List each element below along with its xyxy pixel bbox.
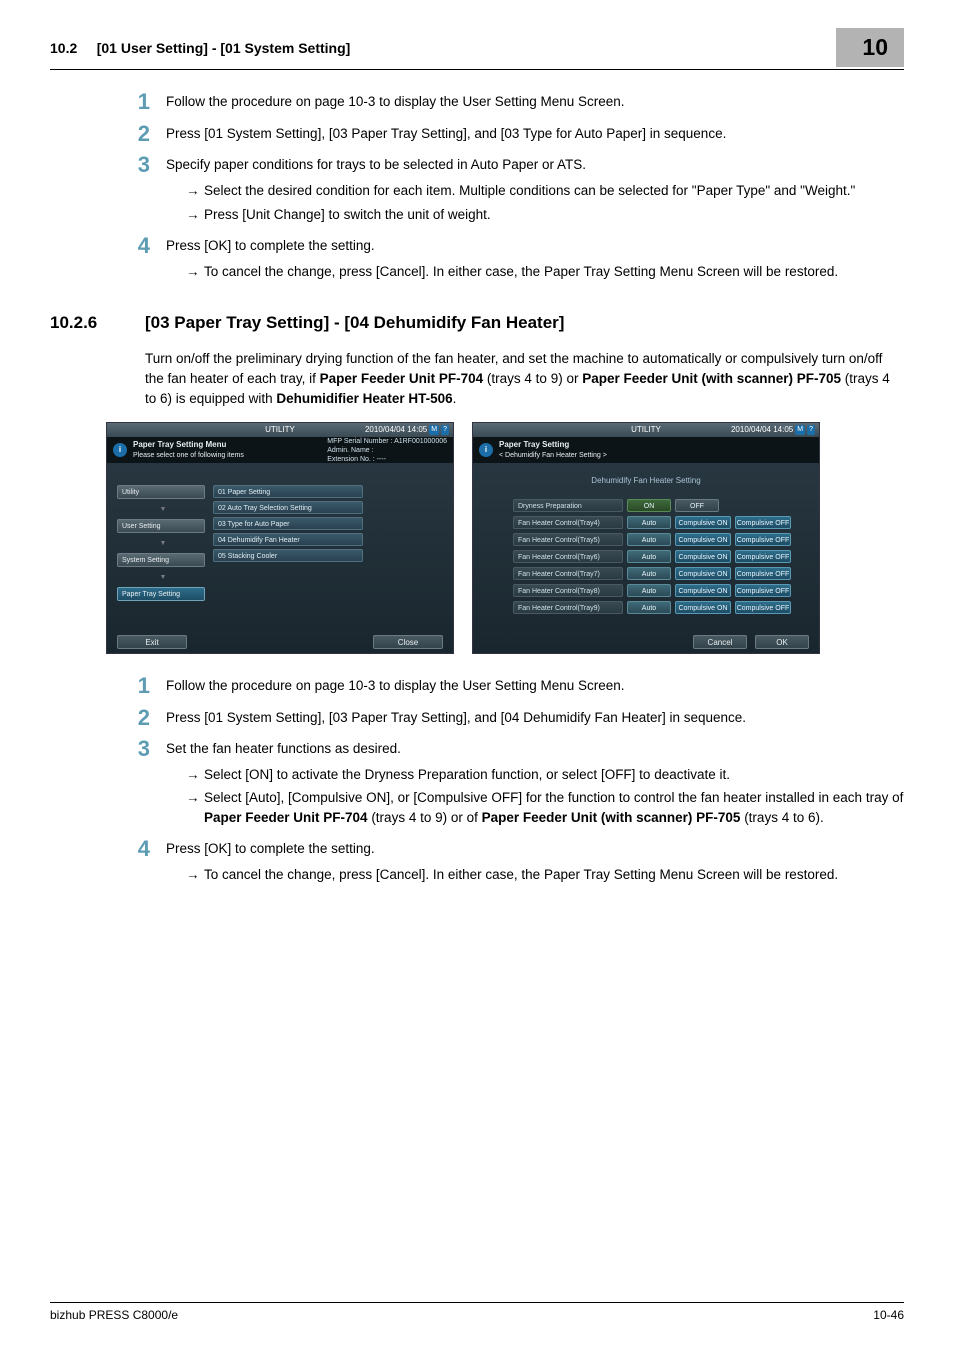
auto-button[interactable]: Auto — [627, 601, 671, 614]
close-button[interactable]: Close — [373, 635, 443, 649]
row-label: Fan Heater Control(Tray4) — [513, 516, 623, 529]
ok-button[interactable]: OK — [755, 635, 809, 649]
substep-text: Select the desired condition for each it… — [204, 181, 904, 201]
compulsive-off-button[interactable]: Compulsive OFF — [735, 533, 791, 546]
row-label: Dryness Preparation — [513, 499, 623, 512]
memory-icon: M — [795, 425, 805, 435]
procedure-b: 1 Follow the procedure on page 10-3 to d… — [110, 676, 904, 885]
footer-product: bizhub PRESS C8000/e — [50, 1307, 178, 1324]
help-icon: ? — [441, 425, 449, 435]
chevron-down-icon: ▼ — [117, 539, 205, 549]
panel-title: Dehumidify Fan Heater Setting — [591, 475, 700, 487]
step-number: 2 — [110, 702, 150, 734]
substep-text: Press [Unit Change] to switch the unit o… — [204, 205, 904, 225]
arrow-icon: → — [186, 205, 204, 225]
arrow-icon: → — [186, 865, 204, 885]
auto-button[interactable]: Auto — [627, 567, 671, 580]
step-text: Specify paper conditions for trays to be… — [166, 157, 586, 172]
row-label: Fan Heater Control(Tray8) — [513, 584, 623, 597]
step-text: Press [OK] to complete the setting. — [166, 238, 375, 253]
off-button[interactable]: OFF — [675, 499, 719, 512]
tab-utility[interactable]: Utility — [117, 485, 205, 499]
arrow-icon: → — [186, 765, 204, 785]
info-icon: i — [113, 443, 127, 457]
compulsive-on-button[interactable]: Compulsive ON — [675, 516, 731, 529]
chevron-down-icon: ▼ — [117, 573, 205, 583]
substep-text: Select [Auto], [Compulsive ON], or [Comp… — [204, 788, 904, 827]
row-label: Fan Heater Control(Tray9) — [513, 601, 623, 614]
header-section-title: [01 User Setting] - [01 System Setting] — [97, 40, 351, 56]
compulsive-on-button[interactable]: Compulsive ON — [675, 584, 731, 597]
compulsive-on-button[interactable]: Compulsive ON — [675, 550, 731, 563]
subsection-title: [03 Paper Tray Setting] - [04 Dehumidify… — [145, 311, 564, 336]
menu-item[interactable]: 02 Auto Tray Selection Setting — [213, 501, 363, 514]
arrow-icon: → — [186, 262, 204, 282]
footer-page: 10-46 — [873, 1307, 904, 1324]
memory-icon: M — [429, 425, 439, 435]
auto-button[interactable]: Auto — [627, 584, 671, 597]
procedure-a: 1 Follow the procedure on page 10-3 to d… — [110, 92, 904, 281]
chevron-down-icon: ▼ — [117, 505, 205, 515]
step-text: Press [01 System Setting], [03 Paper Tra… — [166, 126, 726, 141]
step-number: 4 — [110, 833, 150, 865]
subsection-heading: 10.2.6 [03 Paper Tray Setting] - [04 Deh… — [50, 311, 904, 336]
screenshot-fan-heater: UTILITY 2010/04/04 14:05 M ? i Paper Tra… — [472, 422, 820, 654]
step-number: 3 — [110, 733, 150, 765]
chapter-badge: 10 — [836, 28, 904, 67]
row-label: Fan Heater Control(Tray7) — [513, 567, 623, 580]
row-label: Fan Heater Control(Tray6) — [513, 550, 623, 563]
compulsive-off-button[interactable]: Compulsive OFF — [735, 601, 791, 614]
step-number: 2 — [110, 118, 150, 150]
exit-button[interactable]: Exit — [117, 635, 187, 649]
menu-item[interactable]: 04 Dehumidify Fan Heater — [213, 533, 363, 546]
screenshot-menu: UTILITY 2010/04/04 14:05 M ? i Paper Tra… — [106, 422, 454, 654]
arrow-icon: → — [186, 788, 204, 827]
step-text: Follow the procedure on page 10-3 to dis… — [166, 94, 625, 109]
tab-paper-tray-setting[interactable]: Paper Tray Setting — [117, 587, 205, 601]
compulsive-off-button[interactable]: Compulsive OFF — [735, 550, 791, 563]
auto-button[interactable]: Auto — [627, 550, 671, 563]
row-label: Fan Heater Control(Tray5) — [513, 533, 623, 546]
step-number: 1 — [110, 86, 150, 118]
substep-text: Select [ON] to activate the Dryness Prep… — [204, 765, 904, 785]
step-text: Set the fan heater functions as desired. — [166, 741, 401, 756]
menu-item[interactable]: 03 Type for Auto Paper — [213, 517, 363, 530]
arrow-icon: → — [186, 181, 204, 201]
compulsive-on-button[interactable]: Compulsive ON — [675, 601, 731, 614]
step-text: Press [OK] to complete the setting. — [166, 841, 375, 856]
menu-item[interactable]: 05 Stacking Cooler — [213, 549, 363, 562]
intro-paragraph: Turn on/off the preliminary drying funct… — [50, 349, 904, 408]
compulsive-on-button[interactable]: Compulsive ON — [675, 567, 731, 580]
step-number: 1 — [110, 670, 150, 702]
on-button[interactable]: ON — [627, 499, 671, 512]
step-text: Press [01 System Setting], [03 Paper Tra… — [166, 710, 746, 725]
subsection-number: 10.2.6 — [50, 311, 145, 336]
compulsive-off-button[interactable]: Compulsive OFF — [735, 516, 791, 529]
auto-button[interactable]: Auto — [627, 516, 671, 529]
cancel-button[interactable]: Cancel — [693, 635, 747, 649]
substep-text: To cancel the change, press [Cancel]. In… — [204, 262, 904, 282]
menu-item[interactable]: 01 Paper Setting — [213, 485, 363, 498]
info-icon: i — [479, 443, 493, 457]
step-number: 3 — [110, 149, 150, 181]
compulsive-on-button[interactable]: Compulsive ON — [675, 533, 731, 546]
substep-text: To cancel the change, press [Cancel]. In… — [204, 865, 904, 885]
auto-button[interactable]: Auto — [627, 533, 671, 546]
compulsive-off-button[interactable]: Compulsive OFF — [735, 567, 791, 580]
compulsive-off-button[interactable]: Compulsive OFF — [735, 584, 791, 597]
help-icon: ? — [807, 425, 815, 435]
tab-system-setting[interactable]: System Setting — [117, 553, 205, 567]
step-text: Follow the procedure on page 10-3 to dis… — [166, 678, 625, 693]
header-section-no: 10.2 — [50, 40, 77, 56]
tab-user-setting[interactable]: User Setting — [117, 519, 205, 533]
step-number: 4 — [110, 230, 150, 262]
running-header: 10.2 [01 User Setting] - [01 System Sett… — [50, 38, 350, 58]
